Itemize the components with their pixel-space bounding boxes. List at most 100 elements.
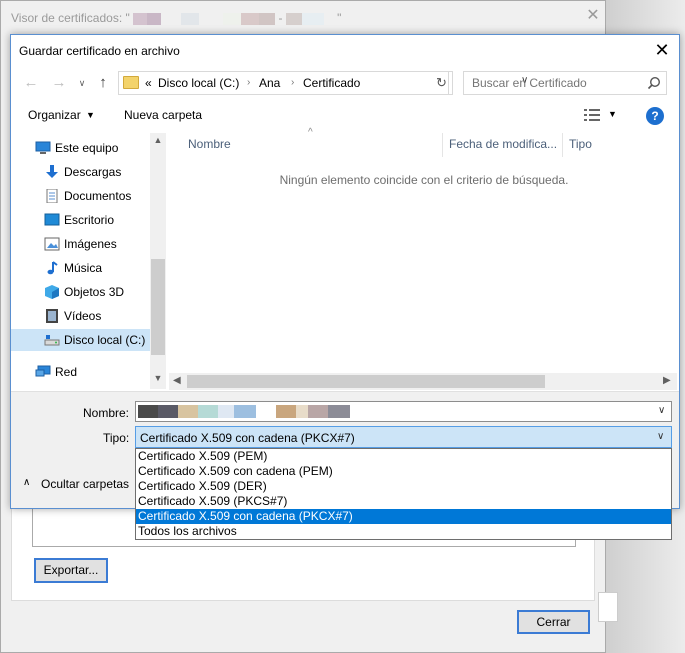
nav-item-pictures[interactable]: Imágenes [11, 233, 150, 255]
type-label: Tipo: [103, 431, 130, 445]
hide-folders-label: Ocultar carpetas [41, 477, 130, 491]
redacted-block [147, 12, 162, 25]
column-divider[interactable] [442, 133, 443, 157]
refresh-icon[interactable]: ↻ [431, 71, 453, 95]
nav-item-3d-objects[interactable]: Objetos 3D [11, 281, 150, 303]
dialog-close-icon[interactable]: ✕ [651, 39, 673, 61]
nav-scroll-thumb[interactable] [151, 259, 165, 355]
redacted-block [323, 12, 334, 25]
breadcrumb-drive[interactable]: Disco local (C:) [158, 76, 239, 90]
nav-item-label: Música [64, 261, 103, 275]
type-option[interactable]: Certificado X.509 con cadena (PEM) [136, 464, 671, 479]
address-bar[interactable]: « Disco local (C:) › Ana › Certificado ∨ [118, 71, 528, 95]
type-option[interactable]: Certificado X.509 (PEM) [136, 449, 671, 464]
computer-icon [35, 141, 51, 154]
redacted-filename [138, 405, 372, 418]
network-icon [35, 365, 51, 377]
redacted-block [241, 12, 260, 25]
downloads-icon [46, 165, 58, 178]
search-box[interactable] [463, 71, 667, 95]
nav-item-local-disk[interactable]: Disco local (C:) [11, 329, 150, 351]
nav-item-label: Vídeos [64, 309, 102, 323]
nav-item-label: Objetos 3D [64, 285, 125, 299]
sort-chevron-icon: ^ [308, 127, 313, 138]
scroll-left-icon[interactable]: ◀ [173, 375, 181, 386]
breadcrumb-separator-icon: › [247, 77, 251, 88]
close-button[interactable]: Cerrar [517, 610, 590, 634]
nav-item-documents[interactable]: Documentos [11, 185, 150, 207]
breadcrumb-user[interactable]: Ana [259, 76, 280, 90]
folder-icon [123, 76, 139, 89]
filename-input[interactable]: ∨ [135, 401, 672, 422]
column-date-modified[interactable]: Fecha de modifica... [449, 137, 557, 151]
horizontal-scrollbar[interactable]: ◀ ▶ [169, 373, 677, 390]
viewer-title: Visor de certificados: " - " [11, 11, 342, 25]
empty-folder-message: Ningún elemento coincide con el criterio… [279, 173, 569, 187]
column-name[interactable]: Nombre [188, 137, 231, 151]
type-option-selected[interactable]: Certificado X.509 con cadena (PKCX#7) [136, 509, 671, 524]
videos-icon [46, 309, 58, 323]
type-option[interactable]: Certificado X.509 (DER) [136, 479, 671, 494]
type-option[interactable]: Certificado X.509 (PKCS#7) [136, 494, 671, 509]
nav-item-label: Este equipo [55, 141, 119, 155]
search-input[interactable] [464, 72, 642, 94]
new-folder-button[interactable]: Nueva carpeta [124, 108, 202, 122]
music-icon [47, 261, 58, 275]
viewer-title-prefix: Visor de certificados: " [11, 11, 130, 25]
nav-scrollbar[interactable]: ▲ ▼ [150, 133, 166, 389]
desktop-icon [44, 213, 60, 226]
help-icon[interactable]: ? [646, 107, 664, 125]
scroll-up-icon[interactable]: ▲ [150, 135, 166, 145]
search-icon[interactable] [647, 76, 661, 90]
breadcrumb-overflow[interactable]: « [145, 76, 152, 90]
column-type[interactable]: Tipo [569, 137, 592, 151]
forward-arrow-icon[interactable]: → [49, 73, 69, 93]
up-arrow-icon[interactable]: ↑ [93, 73, 113, 93]
3d-objects-icon [45, 285, 59, 299]
redacted-block [223, 12, 242, 25]
redacted-block [259, 12, 276, 25]
filename-dropdown-icon[interactable]: ∨ [658, 405, 665, 416]
type-option[interactable]: Todos los archivos [136, 524, 671, 539]
breadcrumb-separator-icon: › [291, 77, 295, 88]
type-select[interactable]: Certificado X.509 con cadena (PKCX#7) ∨ [135, 426, 672, 448]
organize-button[interactable]: Organizar [28, 108, 81, 122]
view-caret-icon[interactable]: ▼ [608, 109, 617, 119]
save-certificate-dialog: Guardar certificado en archivo ✕ ← → ∨ ↑… [10, 34, 680, 509]
recent-locations-chevron-icon[interactable]: ∨ [72, 73, 92, 93]
nav-item-label: Documentos [64, 189, 132, 203]
nav-item-label: Imágenes [64, 237, 117, 251]
horizontal-scroll-thumb[interactable] [187, 375, 545, 388]
nav-item-desktop[interactable]: Escritorio [11, 209, 150, 231]
nav-item-this-pc[interactable]: Este equipo [11, 137, 150, 159]
view-options-icon[interactable] [584, 109, 602, 121]
nav-item-label: Disco local (C:) [64, 333, 146, 347]
redacted-block [161, 12, 182, 25]
type-options-list[interactable]: Certificado X.509 (PEM) Certificado X.50… [135, 448, 672, 540]
background-window-edge [598, 592, 618, 622]
type-dropdown-icon[interactable]: ∨ [657, 431, 664, 442]
nav-item-downloads[interactable]: Descargas [11, 161, 150, 183]
organize-caret-icon[interactable]: ▼ [86, 110, 95, 120]
redacted-block [181, 12, 200, 25]
breadcrumb-folder[interactable]: Certificado [303, 76, 360, 90]
navigation-pane: Este equipo Descargas Documentos Escrito… [11, 131, 167, 393]
export-button[interactable]: Exportar... [34, 558, 108, 583]
filename-label: Nombre: [83, 406, 130, 420]
nav-item-videos[interactable]: Vídeos [11, 305, 150, 327]
chevron-up-icon: ∧ [23, 477, 31, 488]
column-divider[interactable] [562, 133, 563, 157]
scroll-down-icon[interactable]: ▼ [150, 373, 166, 383]
scroll-right-icon[interactable]: ▶ [663, 375, 671, 386]
drive-icon [44, 335, 60, 346]
nav-item-network[interactable]: Red [11, 361, 150, 383]
redacted-block [199, 12, 224, 25]
redacted-block [285, 12, 302, 25]
type-selected-value: Certificado X.509 con cadena (PKCX#7) [140, 431, 355, 445]
redacted-block [301, 12, 324, 25]
viewer-close-icon[interactable]: ✕ [584, 7, 602, 25]
nav-item-label: Escritorio [64, 213, 115, 227]
back-arrow-icon[interactable]: ← [21, 73, 41, 93]
documents-icon [46, 189, 58, 203]
nav-item-music[interactable]: Música [11, 257, 150, 279]
